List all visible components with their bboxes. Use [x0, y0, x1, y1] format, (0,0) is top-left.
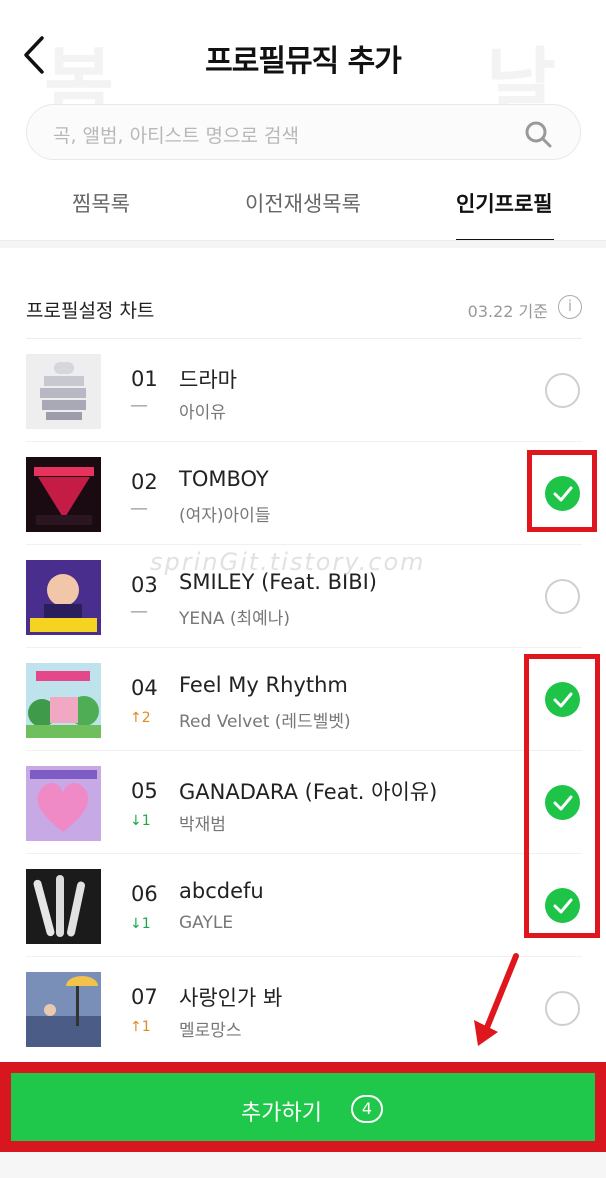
album-art-4	[26, 663, 101, 738]
tab-popular-profile[interactable]: 인기프로필	[456, 188, 553, 218]
song-rank: 02	[131, 470, 158, 494]
chart-date: 03.22 기준	[467, 302, 548, 321]
red-arrow-annotation	[474, 953, 519, 1046]
highlight-box-1	[527, 450, 597, 532]
bottom-bar	[0, 1152, 606, 1178]
page-title: 프로필뮤직 추가	[205, 44, 402, 79]
selected-count-badge: 4	[351, 1095, 383, 1123]
song-title: Feel My Rhythm	[179, 673, 348, 697]
select-checkbox[interactable]	[545, 373, 580, 408]
album-art-5	[26, 766, 101, 841]
add-button-label: 추가하기	[241, 1101, 322, 1126]
song-artist: Red Velvet (레드벨벳)	[179, 712, 351, 732]
song-title: 드라마	[179, 368, 237, 392]
rank-change: ↓1	[130, 813, 151, 829]
divider	[26, 338, 582, 339]
select-checkbox[interactable]	[545, 991, 580, 1026]
watermark-text: sprinGit.tistory.com	[150, 548, 426, 576]
song-artist: YENA (최예나)	[179, 609, 291, 629]
song-artist: 멜로망스	[179, 1021, 242, 1041]
rank-change: —	[130, 601, 148, 622]
song-row-2[interactable]: 02 — TOMBOY (여자)아이들	[26, 443, 582, 545]
chart-header: 프로필설정 차트 03.22 기준 i	[26, 294, 582, 324]
tab-bar: 찜목록 이전재생목록 인기프로필	[0, 178, 606, 242]
song-rank: 03	[131, 573, 158, 597]
rank-change: ↑1	[130, 1019, 151, 1035]
song-rank: 07	[131, 985, 158, 1009]
album-art-7	[26, 972, 101, 1047]
song-row-1[interactable]: 01 — 드라마 아이유	[26, 340, 582, 442]
song-artist: GAYLE	[179, 913, 234, 933]
search-icon[interactable]	[524, 120, 552, 148]
song-row-5[interactable]: 05 ↓1 GANADARA (Feat. 아이유) 박재범	[26, 752, 582, 854]
tab-favorites[interactable]: 찜목록	[72, 188, 130, 218]
song-title: abcdefu	[179, 879, 264, 903]
add-button-highlight: 추가하기 4	[0, 1062, 606, 1152]
song-rank: 01	[131, 367, 158, 391]
album-art-1	[26, 354, 101, 429]
section-divider	[0, 240, 606, 248]
song-artist: (여자)아이들	[179, 506, 271, 526]
song-row-6[interactable]: 06 ↓1 abcdefu GAYLE	[26, 855, 582, 957]
chart-title: 프로필설정 차트	[26, 300, 155, 322]
select-checkbox[interactable]	[545, 579, 580, 614]
album-art-6	[26, 869, 101, 944]
song-title: GANADARA (Feat. 아이유)	[179, 780, 438, 804]
song-rank: 06	[131, 882, 158, 906]
song-artist: 아이유	[179, 403, 226, 423]
album-art-2	[26, 457, 101, 532]
song-rank: 05	[131, 779, 158, 803]
song-row-4[interactable]: 04 ↑2 Feel My Rhythm Red Velvet (레드벨벳)	[26, 649, 582, 751]
search-placeholder: 곡, 앨범, 아티스트 명으로 검색	[53, 125, 299, 147]
header: 봄 날 프로필뮤직 추가	[0, 0, 606, 128]
rank-change: ↑2	[130, 710, 151, 726]
song-title: 사랑인가 봐	[179, 986, 283, 1010]
info-icon[interactable]: i	[558, 295, 582, 319]
search-input[interactable]: 곡, 앨범, 아티스트 명으로 검색	[26, 104, 581, 160]
add-button[interactable]: 추가하기 4	[11, 1073, 595, 1141]
song-rank: 04	[131, 676, 158, 700]
song-artist: 박재범	[179, 815, 226, 835]
rank-change: ↓1	[130, 916, 151, 932]
album-art-3	[26, 560, 101, 635]
highlight-box-2	[524, 654, 600, 938]
rank-change: —	[130, 498, 148, 519]
tab-recent-played[interactable]: 이전재생목록	[245, 188, 361, 218]
song-title: TOMBOY	[179, 467, 269, 491]
rank-change: —	[130, 395, 148, 416]
